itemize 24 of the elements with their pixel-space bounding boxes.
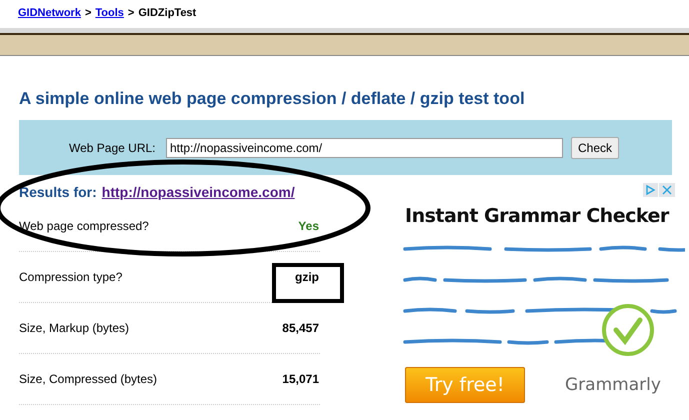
result-label: Web page compressed? [19, 219, 149, 233]
breadcrumb-link[interactable]: Tools [95, 7, 124, 19]
ad-choices-icon[interactable] [643, 183, 675, 197]
result-value: 85,457 [282, 321, 319, 335]
result-value: 15,071 [282, 372, 319, 386]
result-value: Yes [298, 219, 319, 233]
breadcrumb-link[interactable]: GIDNetwork [18, 7, 81, 19]
brand-logo: Grammarly [565, 375, 661, 395]
results-url-link[interactable]: http://nopassiveincome.com/ [102, 184, 295, 200]
highlight-rectangle [272, 263, 344, 303]
breadcrumb-current: GIDZipTest [138, 7, 196, 19]
result-value: gzip [295, 270, 319, 284]
checkmark-icon [600, 302, 656, 358]
results-label: Results for: [19, 184, 97, 200]
result-label: Compression type? [19, 270, 122, 284]
url-label: Web Page URL: [69, 140, 156, 154]
breadcrumb-separator: > [128, 7, 134, 19]
ad-headline: Instant Grammar Checker [405, 205, 670, 227]
check-button[interactable]: Check [571, 136, 620, 158]
url-input-field[interactable]: http://nopassiveincome.com/ [166, 138, 563, 158]
page-heading: A simple online web page compression / deflate / gzip test tool [19, 88, 526, 110]
breadcrumb-separator: > [84, 7, 92, 19]
result-label: Size, Markup (bytes) [19, 321, 130, 335]
result-label: Size, Compressed (bytes) [19, 372, 158, 386]
